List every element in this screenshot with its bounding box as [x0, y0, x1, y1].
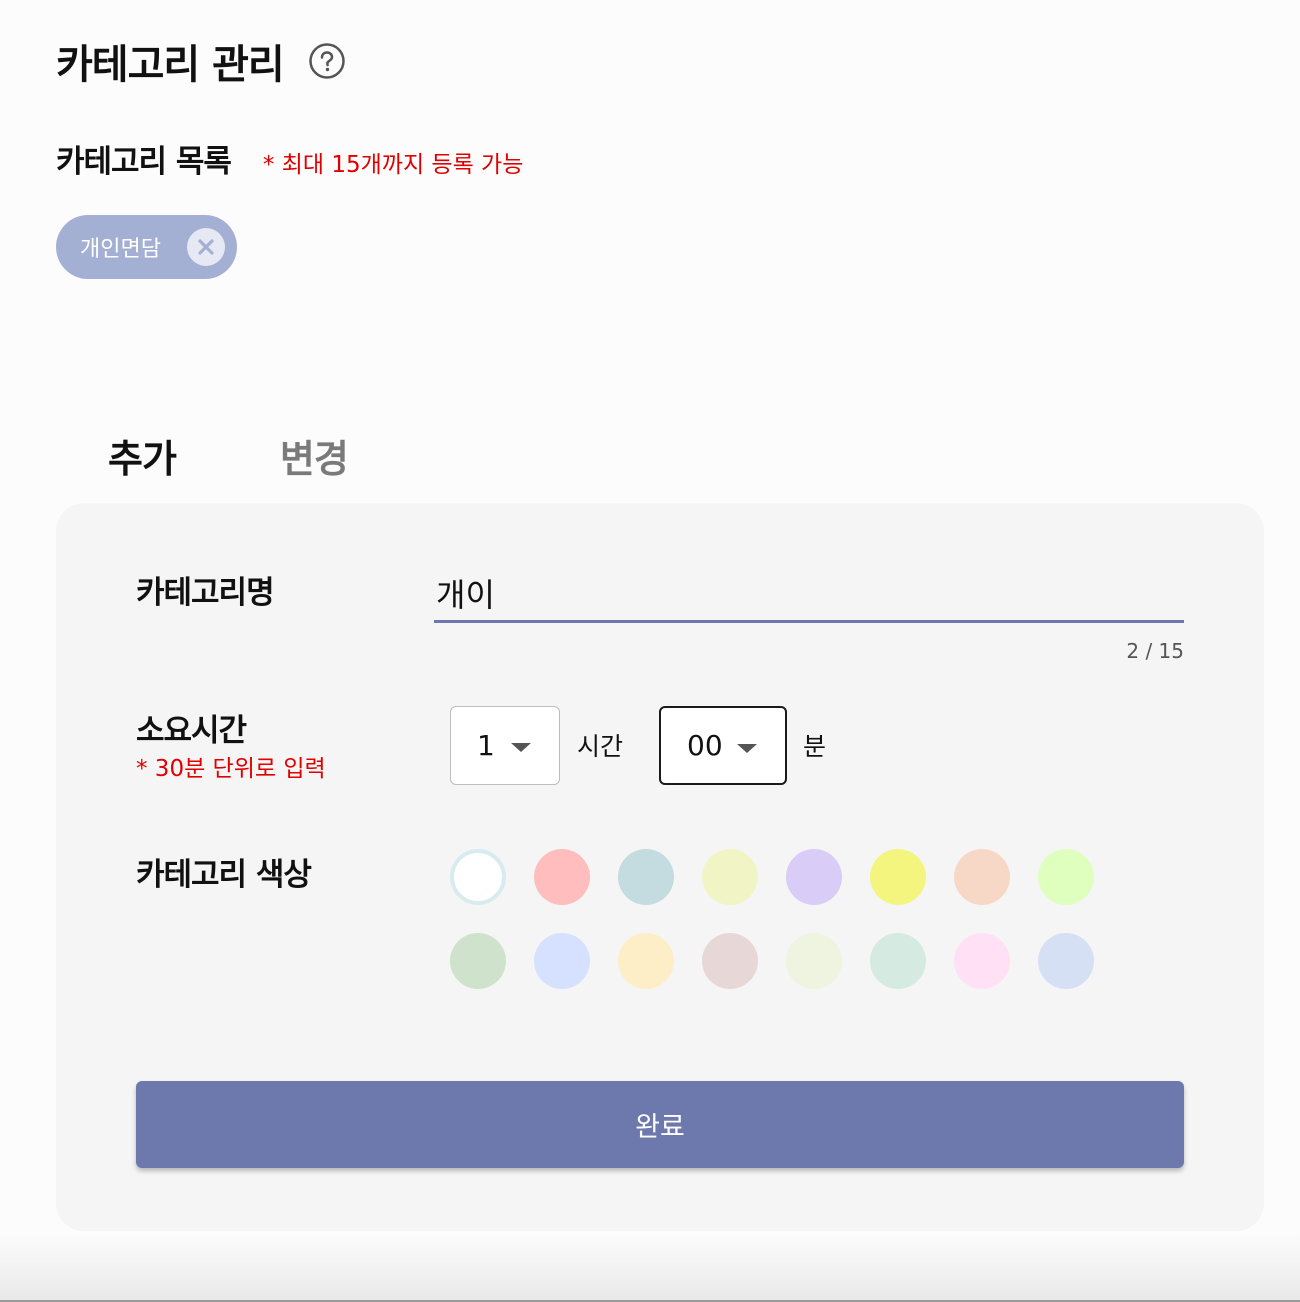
- hour-select[interactable]: 1: [450, 706, 560, 785]
- category-list-header: 카테고리 목록 * 최대 15개까지 등록 가능: [56, 136, 523, 181]
- color-swatch[interactable]: [618, 933, 674, 989]
- category-chip-label: 개인면담: [80, 237, 161, 262]
- name-char-counter: 2 / 15: [1126, 639, 1184, 663]
- category-list-title: 카테고리 목록: [56, 144, 232, 180]
- category-name-input[interactable]: [434, 565, 1184, 623]
- color-swatch[interactable]: [450, 933, 506, 989]
- tab-edit[interactable]: 변경: [280, 428, 349, 483]
- chevron-down-icon: [511, 743, 531, 752]
- chevron-down-icon: [737, 744, 757, 753]
- duration-note: * 30분 단위로 입력: [136, 756, 326, 782]
- window-bottom-edge: [0, 1232, 1300, 1302]
- color-swatch[interactable]: [618, 849, 674, 905]
- title-row: 카테고리 관리: [56, 32, 346, 90]
- hour-select-value: 1: [477, 729, 495, 762]
- minute-unit-label: 분: [803, 732, 827, 761]
- color-swatch[interactable]: [870, 849, 926, 905]
- category-name-label: 카테고리명: [136, 575, 275, 611]
- category-color-label: 카테고리 색상: [136, 857, 312, 893]
- color-swatch[interactable]: [450, 849, 506, 905]
- tab-bar: 추가 변경: [108, 428, 349, 483]
- color-swatch[interactable]: [534, 933, 590, 989]
- color-swatch[interactable]: [1038, 849, 1094, 905]
- question-circle-icon[interactable]: [308, 42, 346, 80]
- color-swatch[interactable]: [786, 933, 842, 989]
- color-swatch[interactable]: [954, 933, 1010, 989]
- color-swatch[interactable]: [702, 849, 758, 905]
- category-form-card: 카테고리명 2 / 15 소요시간 * 30분 단위로 입력 1 시간 00 분…: [56, 503, 1264, 1231]
- minute-select[interactable]: 00: [659, 706, 787, 785]
- submit-button[interactable]: 완료: [136, 1081, 1184, 1168]
- page-title: 카테고리 관리: [56, 42, 285, 88]
- color-swatch[interactable]: [870, 933, 926, 989]
- color-swatch[interactable]: [954, 849, 1010, 905]
- close-icon[interactable]: [187, 228, 225, 266]
- category-limit-note: * 최대 15개까지 등록 가능: [262, 152, 524, 178]
- color-swatch[interactable]: [786, 849, 842, 905]
- category-management-page: 카테고리 관리 카테고리 목록 * 최대 15개까지 등록 가능 개인면담 추가…: [0, 0, 1300, 1302]
- duration-label: 소요시간: [136, 713, 247, 749]
- color-swatch[interactable]: [1038, 933, 1094, 989]
- minute-select-value: 00: [687, 729, 723, 762]
- tab-add[interactable]: 추가: [108, 428, 177, 483]
- category-chip[interactable]: 개인면담: [56, 215, 237, 279]
- color-swatch[interactable]: [534, 849, 590, 905]
- hour-unit-label: 시간: [577, 732, 624, 761]
- color-swatch[interactable]: [702, 933, 758, 989]
